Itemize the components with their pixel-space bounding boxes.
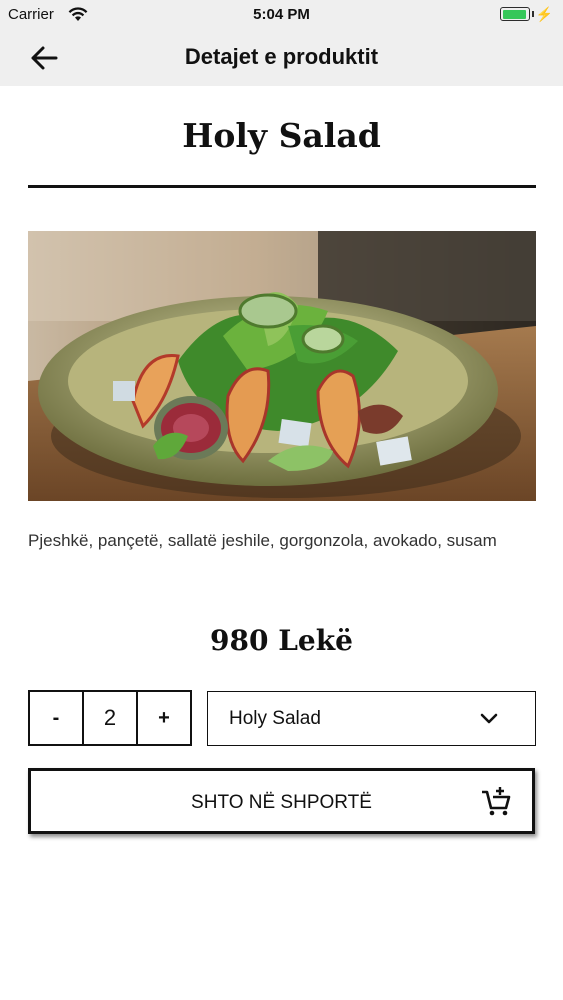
chevron-down-icon xyxy=(480,713,498,724)
charging-icon: ⚡ xyxy=(535,6,553,22)
product-image xyxy=(28,231,536,501)
clock: 5:04 PM xyxy=(253,6,310,23)
product-price: 980 Lekë xyxy=(210,624,353,657)
title-divider xyxy=(28,185,536,188)
page-title: Detajet e produktit xyxy=(184,44,379,69)
add-shopping-cart-icon xyxy=(482,787,511,816)
decrement-button[interactable]: - xyxy=(30,692,82,744)
battery-tip xyxy=(532,11,534,17)
navigation-bar: Detajet e produktit xyxy=(0,30,563,86)
battery-icon xyxy=(500,7,530,21)
add-to-cart-button[interactable]: SHTO NË SHPORTË xyxy=(28,768,535,834)
quantity-value: 2 xyxy=(82,692,138,744)
product-name: Holy Salad xyxy=(182,116,381,155)
add-to-cart-label: SHTO NË SHPORTË xyxy=(191,792,372,813)
product-description: Pjeshkë, pançetë, sallatë jeshile, gorgo… xyxy=(28,531,497,550)
increment-button[interactable]: + xyxy=(138,692,190,744)
variant-select-value: Holy Salad xyxy=(229,708,321,729)
status-bar: Carrier 5:04 PM ⚡ xyxy=(0,0,563,30)
variant-select[interactable]: Holy Salad xyxy=(207,691,536,746)
quantity-stepper: - 2 + xyxy=(28,690,192,746)
